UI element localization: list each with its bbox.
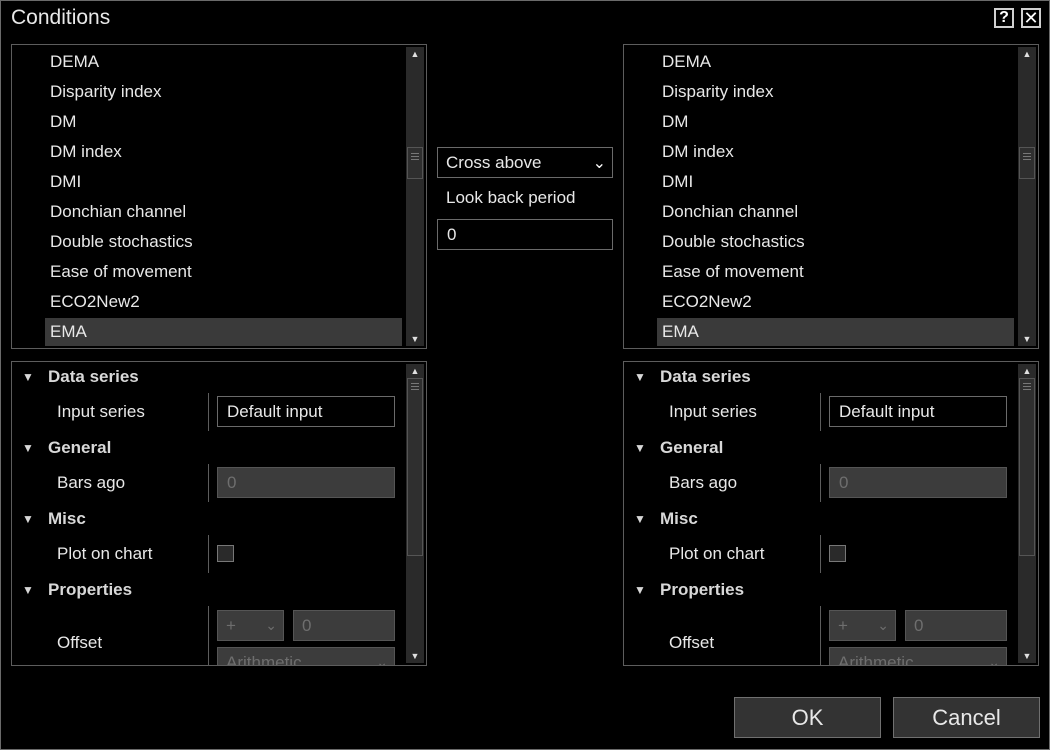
- list-item[interactable]: Disparity index: [45, 78, 402, 106]
- scroll-down-icon[interactable]: ▼: [406, 649, 424, 663]
- scroll-up-icon[interactable]: ▲: [406, 364, 424, 378]
- list-item-selected[interactable]: EMA: [657, 318, 1014, 346]
- list-item[interactable]: ECO2New2: [45, 288, 402, 316]
- scroll-up-icon[interactable]: ▲: [406, 47, 424, 61]
- offset-sign-select: + ⌄: [829, 610, 896, 641]
- offset-type-select: Arithmetic ⌄: [829, 647, 1007, 666]
- left-list-scrollbar[interactable]: ▲ ▼: [406, 47, 424, 346]
- left-indicator-list[interactable]: DEMA Disparity index DM DM index DMI Don…: [11, 44, 427, 349]
- lookback-input[interactable]: 0: [437, 219, 613, 250]
- offset-value-field: 0: [293, 610, 395, 641]
- title-bar: Conditions ? ✕: [1, 1, 1049, 35]
- collapse-triangle-icon[interactable]: ▼: [634, 576, 646, 604]
- list-item[interactable]: DEMA: [45, 48, 402, 76]
- input-series-field[interactable]: Default input: [217, 396, 395, 427]
- offset-type-select: Arithmetic ⌄: [217, 647, 395, 666]
- scroll-up-icon[interactable]: ▲: [1018, 364, 1036, 378]
- bars-ago-label: Bars ago: [669, 473, 738, 492]
- plot-on-chart-checkbox[interactable]: [829, 545, 846, 562]
- right-property-grid: ▼ Data series Input series Default input…: [623, 361, 1039, 666]
- right-props-scrollbar[interactable]: ▲ ▼: [1018, 364, 1036, 663]
- right-indicator-list[interactable]: DEMA Disparity index DM DM index DMI Don…: [623, 44, 1039, 349]
- chevron-down-icon: ⌄: [988, 654, 1000, 666]
- collapse-triangle-icon[interactable]: ▼: [22, 576, 34, 604]
- input-series-label: Input series: [669, 402, 757, 421]
- scroll-down-icon[interactable]: ▼: [1018, 332, 1036, 346]
- chevron-down-icon: ⌄: [265, 617, 277, 633]
- collapse-triangle-icon[interactable]: ▼: [634, 363, 646, 391]
- offset-label: Offset: [57, 633, 103, 652]
- collapse-triangle-icon[interactable]: ▼: [634, 434, 646, 462]
- operator-select[interactable]: Cross above ⌄: [437, 147, 613, 178]
- list-item[interactable]: DM index: [657, 138, 1014, 166]
- chevron-down-icon: ⌄: [877, 617, 889, 633]
- list-item[interactable]: Donchian channel: [657, 198, 1014, 226]
- left-property-grid: ▼ Data series Input series Default input…: [11, 361, 427, 666]
- offset-label: Offset: [669, 633, 715, 652]
- list-item[interactable]: DM: [45, 108, 402, 136]
- scroll-thumb[interactable]: [407, 147, 423, 179]
- close-button[interactable]: ✕: [1021, 8, 1041, 28]
- list-item[interactable]: Donchian channel: [45, 198, 402, 226]
- chevron-down-icon: ⌄: [376, 654, 388, 666]
- right-list-scrollbar[interactable]: ▲ ▼: [1018, 47, 1036, 346]
- list-item[interactable]: ECO2New2: [657, 288, 1014, 316]
- scroll-down-icon[interactable]: ▼: [1018, 649, 1036, 663]
- operator-value: Cross above: [446, 153, 542, 172]
- plot-on-chart-checkbox[interactable]: [217, 545, 234, 562]
- ok-button[interactable]: OK: [734, 697, 881, 738]
- list-item[interactable]: Double stochastics: [45, 228, 402, 256]
- left-props-scrollbar[interactable]: ▲ ▼: [406, 364, 424, 663]
- cancel-button[interactable]: Cancel: [893, 697, 1040, 738]
- list-item[interactable]: DM: [657, 108, 1014, 136]
- offset-value-field: 0: [905, 610, 1007, 641]
- scroll-thumb[interactable]: [1019, 378, 1035, 556]
- bars-ago-field: 0: [217, 467, 395, 498]
- offset-sign-select: + ⌄: [217, 610, 284, 641]
- plot-on-chart-label: Plot on chart: [669, 544, 765, 563]
- list-item[interactable]: Ease of movement: [657, 258, 1014, 286]
- lookback-label: Look back period: [446, 188, 576, 207]
- scroll-thumb[interactable]: [1019, 147, 1035, 179]
- scroll-up-icon[interactable]: ▲: [1018, 47, 1036, 61]
- list-item[interactable]: DMI: [45, 168, 402, 196]
- collapse-triangle-icon[interactable]: ▼: [22, 363, 34, 391]
- help-button[interactable]: ?: [994, 8, 1014, 28]
- list-item[interactable]: Ease of movement: [45, 258, 402, 286]
- bars-ago-field: 0: [829, 467, 1007, 498]
- list-item[interactable]: Disparity index: [657, 78, 1014, 106]
- bars-ago-label: Bars ago: [57, 473, 126, 492]
- list-item[interactable]: Double stochastics: [657, 228, 1014, 256]
- window-title: Conditions: [11, 6, 111, 29]
- collapse-triangle-icon[interactable]: ▼: [634, 505, 646, 533]
- collapse-triangle-icon[interactable]: ▼: [22, 434, 34, 462]
- plot-on-chart-label: Plot on chart: [57, 544, 153, 563]
- scroll-down-icon[interactable]: ▼: [406, 332, 424, 346]
- collapse-triangle-icon[interactable]: ▼: [22, 505, 34, 533]
- input-series-label: Input series: [57, 402, 145, 421]
- chevron-down-icon: ⌄: [592, 155, 606, 172]
- list-item-selected[interactable]: EMA: [45, 318, 402, 346]
- list-item[interactable]: DM index: [45, 138, 402, 166]
- scroll-thumb[interactable]: [407, 378, 423, 556]
- input-series-field[interactable]: Default input: [829, 396, 1007, 427]
- list-item[interactable]: DMI: [657, 168, 1014, 196]
- list-item[interactable]: DEMA: [657, 48, 1014, 76]
